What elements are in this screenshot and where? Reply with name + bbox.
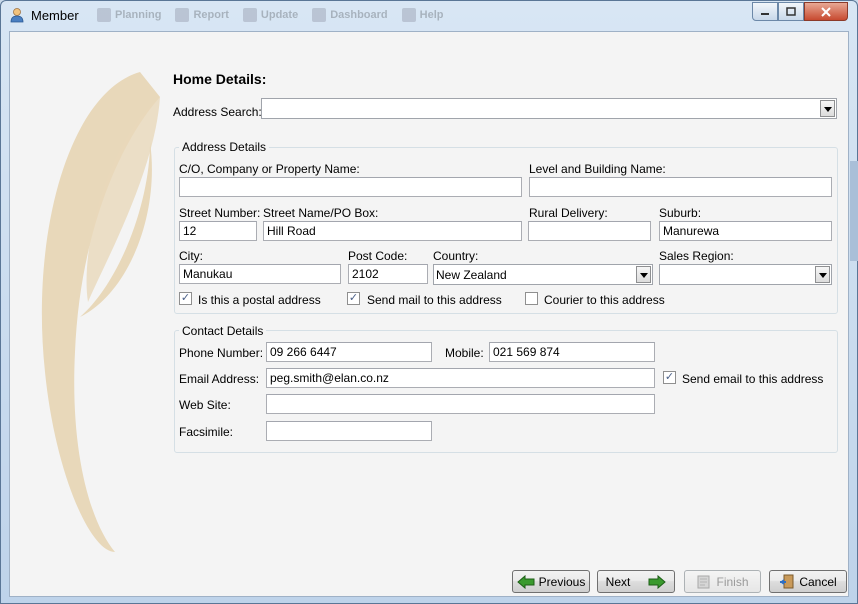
previous-button[interactable]: Previous — [512, 570, 590, 593]
maximize-icon — [786, 6, 796, 16]
courier-label[interactable]: Courier to this address — [544, 293, 665, 307]
website-field[interactable] — [266, 394, 655, 414]
street-name-label: Street Name/PO Box: — [263, 206, 379, 220]
update-icon — [242, 8, 257, 22]
ghost-menu-item: Report — [175, 5, 229, 25]
dashboard-icon — [312, 8, 327, 22]
ghost-menu-item: Update — [242, 5, 298, 25]
checkmark-icon: ✓ — [348, 292, 359, 304]
cancel-door-icon — [780, 574, 794, 589]
suburb-field[interactable] — [659, 221, 832, 241]
level-building-field[interactable] — [529, 177, 832, 197]
form-area: Home Details: Address Search: Address De… — [9, 31, 849, 597]
checkmark-icon: ✓ — [180, 292, 191, 304]
report-icon — [175, 8, 190, 22]
courier-checkbox[interactable] — [525, 292, 538, 305]
maximize-button[interactable] — [778, 2, 804, 21]
street-number-field[interactable] — [179, 221, 257, 241]
chevron-down-icon[interactable] — [820, 100, 835, 117]
post-code-field[interactable] — [348, 264, 428, 284]
checkmark-icon: ✓ — [664, 371, 675, 383]
arrow-left-icon — [516, 574, 535, 589]
logo-swirl-icon — [41, 72, 160, 552]
chevron-down-icon[interactable] — [815, 266, 830, 283]
street-number-label: Street Number: — [179, 206, 261, 220]
send-mail-checkbox[interactable]: ✓ — [347, 292, 360, 305]
sales-region-combo[interactable] — [659, 264, 832, 285]
previous-label: Previous — [538, 574, 586, 589]
company-name-label: C/O, Company or Property Name: — [179, 162, 360, 176]
window-title: Member — [31, 8, 79, 23]
ghost-menu-item: Planning — [97, 5, 161, 25]
page-title: Home Details: — [173, 71, 267, 87]
sales-region-label: Sales Region: — [659, 249, 734, 263]
country-combo[interactable]: New Zealand — [433, 264, 653, 285]
close-icon — [821, 6, 831, 17]
postal-address-checkbox[interactable]: ✓ — [179, 292, 192, 305]
side-panel-edge — [850, 161, 858, 261]
website-label: Web Site: — [179, 398, 231, 412]
send-email-checkbox[interactable]: ✓ — [663, 371, 676, 384]
mobile-label: Mobile: — [445, 346, 484, 360]
member-window: Member Planning Report Update Dashboard … — [0, 0, 858, 604]
finish-flag-icon — [697, 575, 710, 588]
rural-delivery-label: Rural Delivery: — [529, 206, 608, 220]
suburb-label: Suburb: — [659, 206, 702, 220]
address-search-combo[interactable] — [261, 98, 837, 119]
post-code-label: Post Code: — [348, 249, 408, 263]
country-label: Country: — [433, 249, 479, 263]
country-value: New Zealand — [436, 268, 507, 282]
phone-field[interactable] — [266, 342, 432, 362]
next-button[interactable]: Next — [597, 570, 675, 593]
city-field[interactable] — [179, 264, 341, 284]
mobile-field[interactable] — [489, 342, 655, 362]
ghost-menu-item: Help — [401, 5, 444, 25]
street-name-field[interactable] — [263, 221, 522, 241]
city-label: City: — [179, 249, 203, 263]
ghost-menu-item: Dashboard — [312, 5, 388, 25]
phone-label: Phone Number: — [179, 346, 264, 360]
email-field[interactable] — [266, 368, 655, 388]
email-label: Email Address: — [179, 372, 260, 386]
arrow-right-icon — [648, 574, 667, 589]
finish-label: Finish — [716, 574, 749, 589]
minimize-icon — [761, 12, 769, 15]
fax-label: Facsimile: — [179, 425, 234, 439]
rural-delivery-field[interactable] — [528, 221, 651, 241]
user-icon — [10, 8, 24, 23]
send-email-label[interactable]: Send email to this address — [682, 372, 823, 386]
help-icon — [401, 8, 416, 22]
cancel-label: Cancel — [799, 574, 837, 589]
send-mail-label[interactable]: Send mail to this address — [367, 293, 502, 307]
minimize-button[interactable] — [752, 2, 778, 21]
cancel-button[interactable]: Cancel — [769, 570, 847, 593]
company-name-field[interactable] — [179, 177, 522, 197]
title-bar[interactable]: Member Planning Report Update Dashboard … — [1, 1, 857, 31]
fax-field[interactable] — [266, 421, 432, 441]
contact-details-title: Contact Details — [179, 324, 267, 338]
finish-button[interactable]: Finish — [684, 570, 761, 593]
close-button[interactable] — [804, 2, 848, 21]
address-search-label: Address Search: — [173, 105, 262, 119]
next-label: Next — [605, 574, 631, 589]
planning-icon — [97, 8, 111, 22]
chevron-down-icon[interactable] — [636, 266, 651, 283]
level-building-label: Level and Building Name: — [529, 162, 666, 176]
background-menu: Planning Report Update Dashboard Help — [97, 5, 444, 25]
address-details-title: Address Details — [179, 140, 270, 154]
postal-address-label[interactable]: Is this a postal address — [198, 293, 321, 307]
